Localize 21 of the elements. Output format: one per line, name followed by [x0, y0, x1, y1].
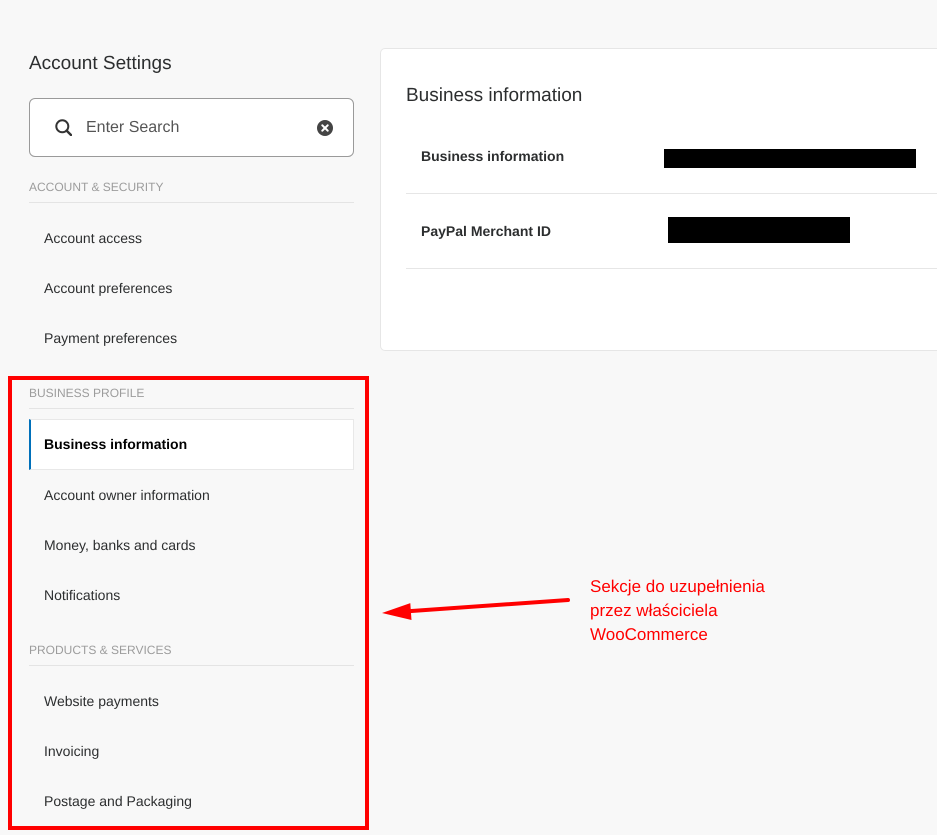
- sidebar-item[interactable]: Business information: [29, 419, 354, 470]
- section-heading: BUSINESS PROFILE: [29, 385, 354, 409]
- search-icon: [55, 119, 72, 136]
- section-heading: ACCOUNT & SECURITY: [29, 179, 354, 203]
- page-title: Account Settings: [29, 52, 172, 76]
- annotation-text: Sekcje do uzupełnienia przez właściciela WooCommerce: [590, 576, 765, 646]
- search-field[interactable]: Enter Search: [29, 98, 354, 157]
- clear-icon[interactable]: [317, 120, 333, 136]
- sidebar-item[interactable]: Payment preferences: [29, 313, 354, 363]
- section-heading: PRODUCTS & SERVICES: [29, 642, 354, 666]
- field-label: PayPal Merchant ID: [420, 222, 552, 241]
- field-label: Business information: [420, 146, 566, 166]
- sidebar-item[interactable]: Invoicing: [29, 726, 354, 776]
- sidebar-item[interactable]: Money, banks and cards: [29, 520, 354, 570]
- sidebar-item[interactable]: Account access: [29, 213, 354, 263]
- sidebar-item[interactable]: Postage and Packaging: [29, 776, 354, 826]
- sidebar-item[interactable]: Account preferences: [29, 263, 354, 313]
- sidebar-item[interactable]: Account owner information: [29, 470, 354, 520]
- sidebar-item[interactable]: Notifications: [29, 570, 354, 620]
- sidebar-item[interactable]: Website payments: [29, 676, 354, 726]
- panel-title: Business information: [406, 84, 582, 108]
